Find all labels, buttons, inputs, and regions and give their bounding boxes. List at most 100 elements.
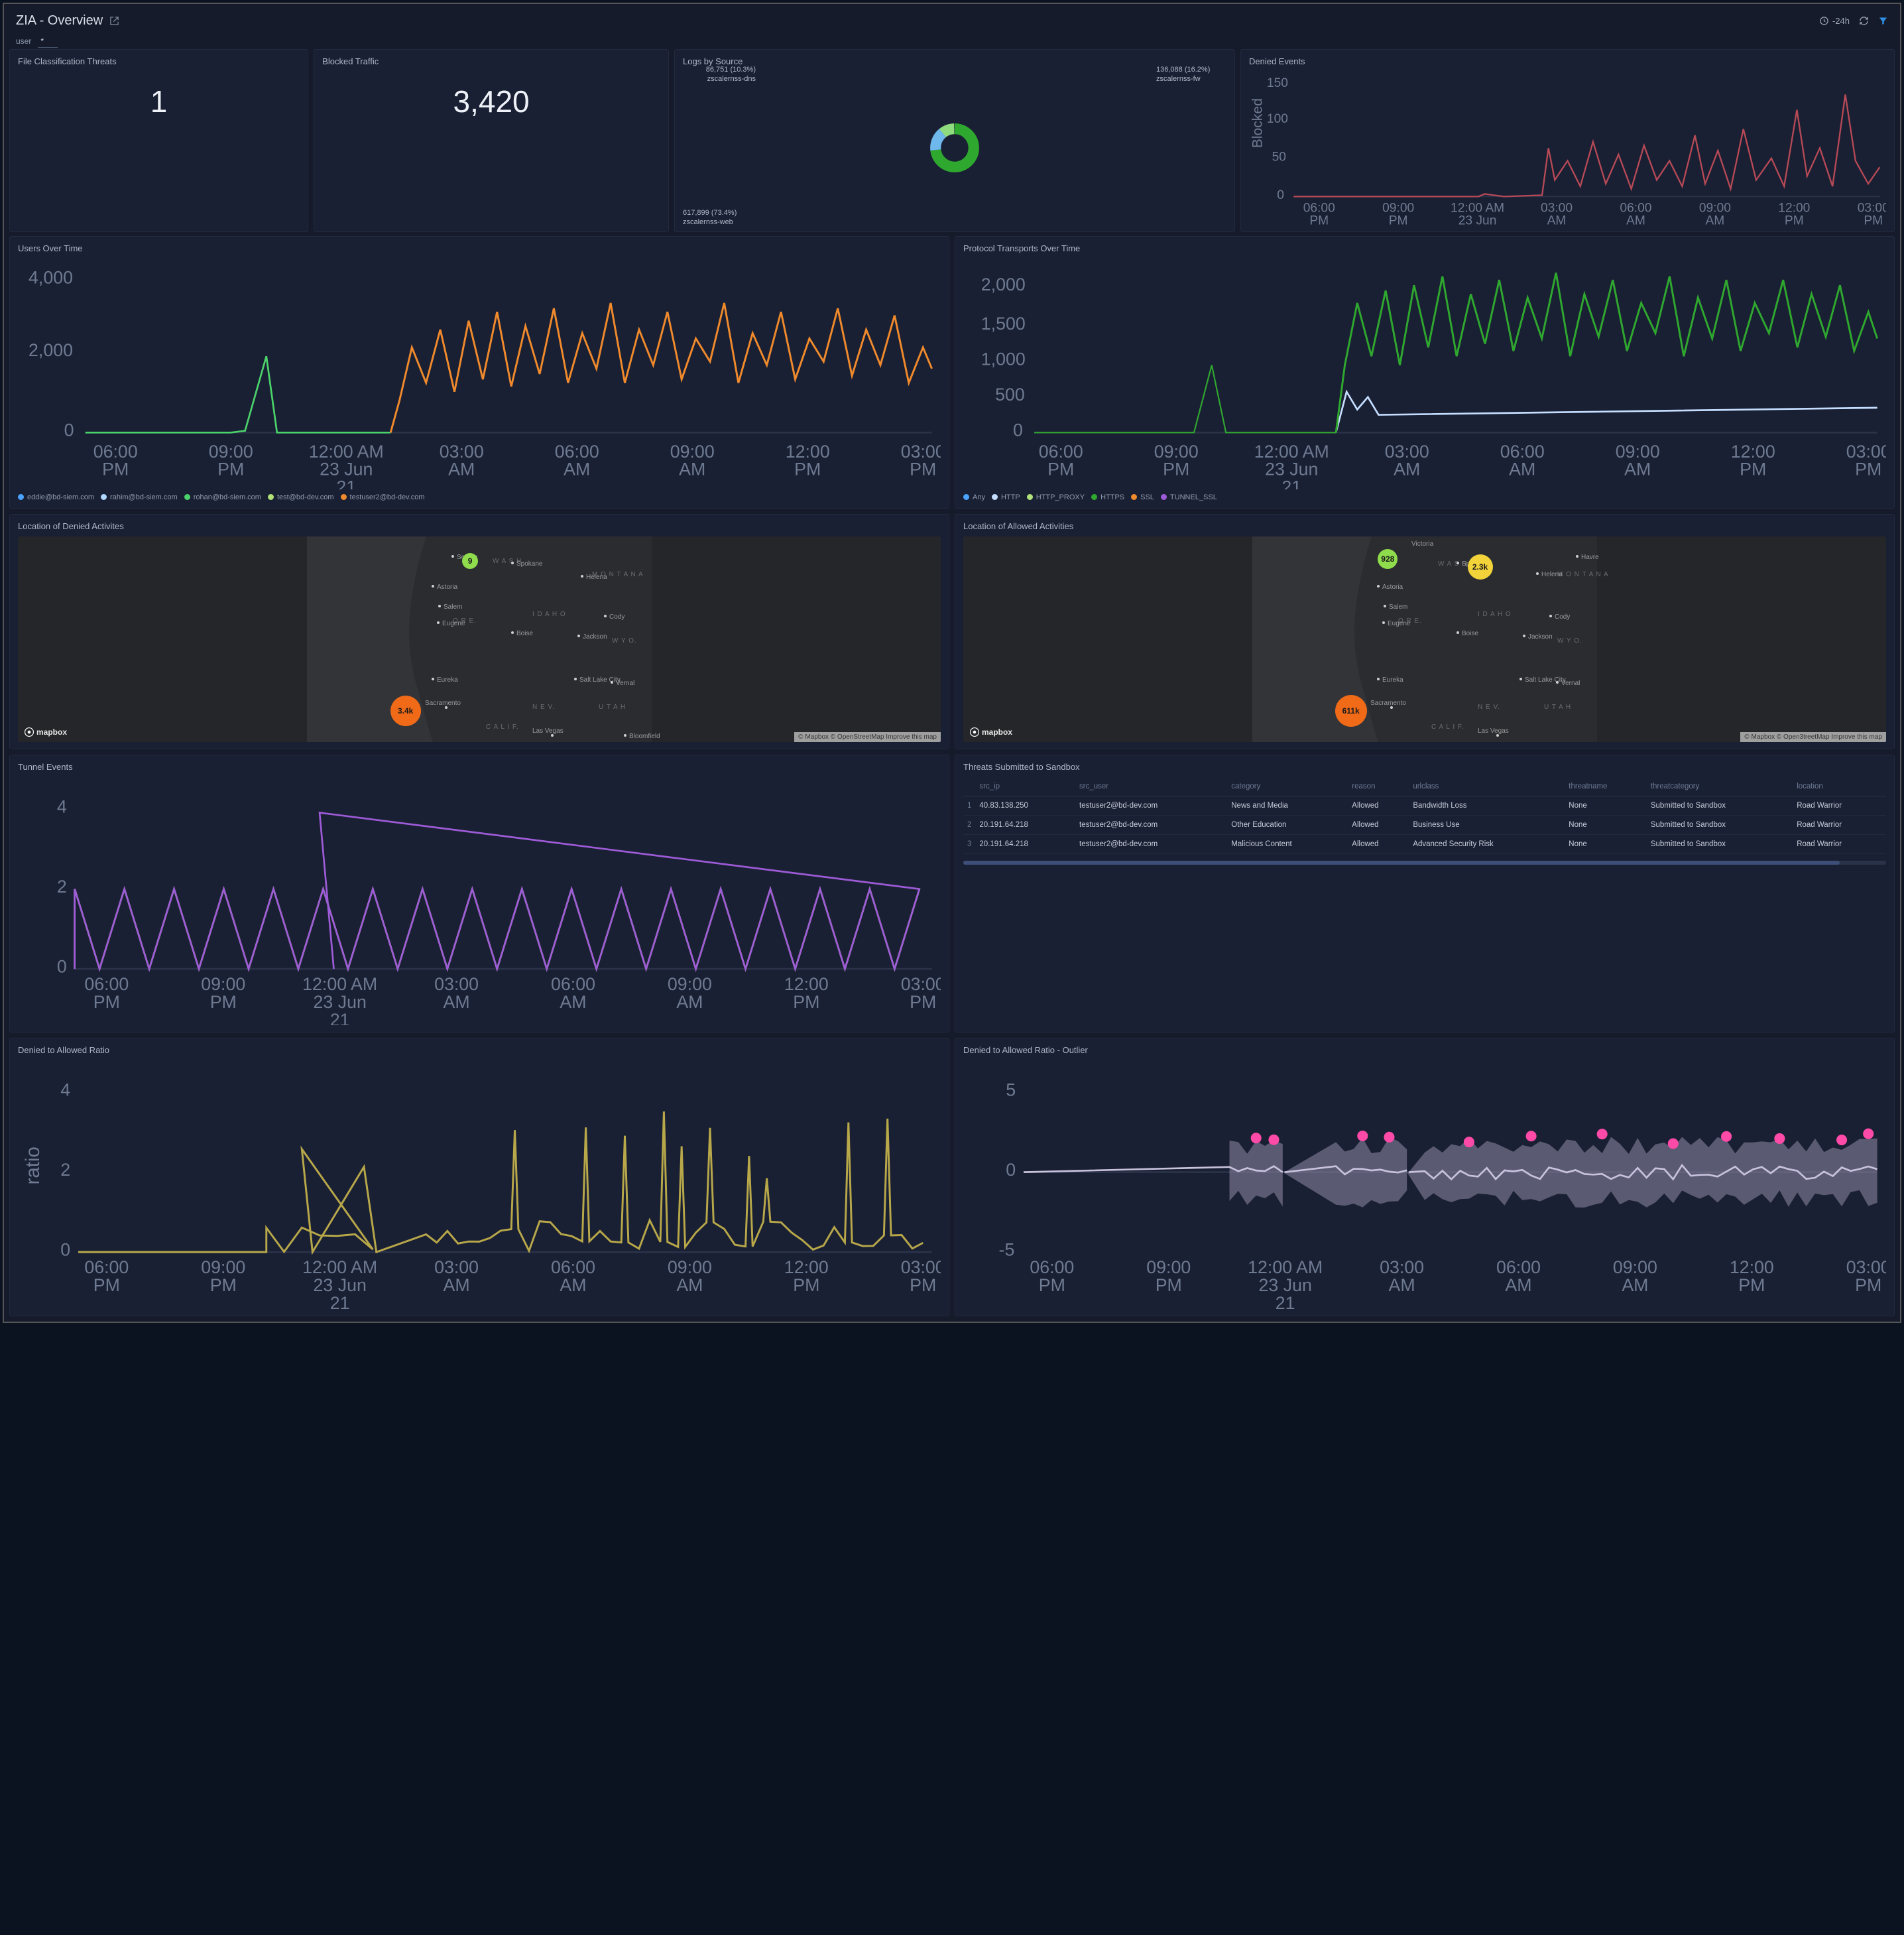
svg-text:Salt Lake City: Salt Lake City bbox=[1525, 676, 1566, 684]
svg-text:12:00 AM: 12:00 AM bbox=[1451, 201, 1504, 215]
open-external-icon[interactable] bbox=[109, 16, 119, 26]
map-attribution[interactable]: © Mapbox © Open3treetMap Improve this ma… bbox=[1740, 732, 1886, 742]
filter-value[interactable]: * bbox=[38, 36, 58, 48]
table-header[interactable]: location bbox=[1793, 777, 1886, 796]
file-threats-value: 1 bbox=[18, 72, 300, 125]
map-attribution[interactable]: © Mapbox © OpenStreetMap Improve this ma… bbox=[794, 732, 941, 742]
table-header[interactable]: threatcategory bbox=[1647, 777, 1793, 796]
svg-text:Eureka: Eureka bbox=[1382, 676, 1403, 684]
map-bubble[interactable]: 3.4k bbox=[390, 696, 421, 726]
table-row[interactable]: 140.83.138.250testuser2@bd-dev.comNews a… bbox=[963, 796, 1886, 815]
legend-item[interactable]: eddie@bd-siem.com bbox=[18, 493, 94, 501]
map-bubble[interactable]: 9 bbox=[462, 553, 478, 569]
svg-text:U T A H: U T A H bbox=[1544, 704, 1571, 711]
legend-item[interactable]: HTTP bbox=[992, 493, 1020, 501]
table-header[interactable]: src_user bbox=[1075, 777, 1227, 796]
legend-item[interactable]: rahim@bd-siem.com bbox=[101, 493, 178, 501]
svg-text:Salt Lake City: Salt Lake City bbox=[579, 676, 621, 684]
svg-text:09:00: 09:00 bbox=[670, 441, 715, 461]
svg-text:Victoria: Victoria bbox=[1411, 540, 1434, 548]
svg-text:M O N T A N A: M O N T A N A bbox=[1557, 571, 1609, 578]
table-header[interactable]: threatname bbox=[1565, 777, 1647, 796]
svg-text:-5: -5 bbox=[999, 1240, 1015, 1260]
svg-text:06:00: 06:00 bbox=[551, 974, 595, 994]
table-header[interactable]: reason bbox=[1348, 777, 1409, 796]
panel-protocol-transports: Protocol Transports Over Time 05001,0001… bbox=[955, 236, 1895, 509]
svg-text:03:00: 03:00 bbox=[434, 974, 479, 994]
panel-title: Protocol Transports Over Time bbox=[963, 243, 1886, 253]
horizontal-scrollbar[interactable] bbox=[963, 861, 1886, 865]
table-header[interactable]: urlclass bbox=[1409, 777, 1565, 796]
svg-text:PM: PM bbox=[217, 459, 244, 479]
svg-text:0: 0 bbox=[1006, 1160, 1016, 1180]
panel-title: Denied Events bbox=[1249, 56, 1886, 66]
time-range-label: -24h bbox=[1832, 16, 1850, 26]
table-header[interactable]: src_ip bbox=[975, 777, 1075, 796]
legend-item[interactable]: rohan@bd-siem.com bbox=[184, 493, 261, 501]
svg-text:4: 4 bbox=[57, 796, 67, 816]
svg-text:Astoria: Astoria bbox=[437, 584, 458, 591]
panel-title: Denied to Allowed Ratio bbox=[18, 1045, 941, 1055]
svg-text:23 Jun: 23 Jun bbox=[314, 1275, 367, 1295]
legend-item[interactable]: SSL bbox=[1131, 493, 1154, 501]
svg-text:PM: PM bbox=[1039, 1275, 1065, 1295]
map-bubble[interactable]: 928 bbox=[1378, 549, 1398, 569]
refresh-icon[interactable] bbox=[1859, 16, 1869, 26]
svg-text:21: 21 bbox=[330, 1009, 350, 1025]
svg-text:03:00: 03:00 bbox=[1846, 441, 1886, 461]
svg-text:100: 100 bbox=[1267, 112, 1288, 126]
svg-text:12:00 AM: 12:00 AM bbox=[1248, 1258, 1323, 1278]
time-range-picker[interactable]: -24h bbox=[1819, 16, 1850, 26]
table-header[interactable]: category bbox=[1227, 777, 1348, 796]
legend-item[interactable]: HTTPS bbox=[1091, 493, 1124, 501]
legend-item[interactable]: HTTP_PROXY bbox=[1027, 493, 1085, 501]
panel-title: Logs by Source bbox=[683, 56, 1226, 66]
map-bubble[interactable]: 611k bbox=[1335, 695, 1367, 727]
svg-text:Cody: Cody bbox=[609, 613, 625, 621]
svg-text:PM: PM bbox=[1864, 214, 1883, 225]
svg-text:12:00: 12:00 bbox=[784, 974, 829, 994]
map-bubble[interactable]: 2.3k bbox=[1468, 554, 1493, 580]
svg-text:Boise: Boise bbox=[516, 630, 533, 637]
svg-text:21: 21 bbox=[330, 1293, 350, 1309]
svg-text:Jackson: Jackson bbox=[583, 633, 607, 641]
blocked-traffic-value: 3,420 bbox=[322, 72, 660, 125]
panel-denied-events: Denied Events Blocked 050100150 06:00PM0… bbox=[1240, 49, 1895, 232]
svg-text:AM: AM bbox=[1626, 214, 1645, 225]
legend-item[interactable]: testuser2@bd-dev.com bbox=[341, 493, 425, 501]
allowed-activities-map[interactable]: Victoria W A S H. M O N T A N A O R E. I… bbox=[963, 536, 1886, 742]
svg-text:12:00: 12:00 bbox=[1731, 441, 1775, 461]
svg-text:ratio: ratio bbox=[22, 1147, 44, 1185]
table-row[interactable]: 320.191.64.218testuser2@bd-dev.comMalici… bbox=[963, 834, 1886, 853]
svg-text:0: 0 bbox=[1013, 420, 1023, 440]
legend-item[interactable]: test@bd-dev.com bbox=[268, 493, 334, 501]
svg-text:Havre: Havre bbox=[1581, 554, 1599, 561]
svg-text:03:00: 03:00 bbox=[901, 1258, 941, 1278]
donut-chart bbox=[925, 118, 984, 178]
svg-text:I D A H O: I D A H O bbox=[1478, 611, 1512, 618]
svg-text:03:00: 03:00 bbox=[1541, 201, 1573, 215]
svg-text:06:00: 06:00 bbox=[84, 1258, 129, 1278]
panel-title: Denied to Allowed Ratio - Outlier bbox=[963, 1045, 1886, 1055]
panel-title: Blocked Traffic bbox=[322, 56, 660, 66]
filter-icon[interactable] bbox=[1878, 16, 1888, 26]
svg-text:AM: AM bbox=[564, 459, 590, 479]
svg-text:Bloomfield: Bloomfield bbox=[629, 733, 660, 740]
legend-item[interactable]: Any bbox=[963, 493, 985, 501]
table-row[interactable]: 220.191.64.218testuser2@bd-dev.comOther … bbox=[963, 815, 1886, 834]
svg-text:0: 0 bbox=[64, 420, 74, 440]
svg-text:06:00: 06:00 bbox=[1620, 201, 1651, 215]
svg-text:06:00: 06:00 bbox=[93, 441, 138, 461]
legend-item[interactable]: TUNNEL_SSL bbox=[1161, 493, 1217, 501]
svg-text:12:00 AM: 12:00 AM bbox=[309, 441, 384, 461]
svg-text:N E V.: N E V. bbox=[532, 704, 555, 711]
panel-allowed-map: Location of Allowed Activities Victoria … bbox=[955, 514, 1895, 749]
dashboard-header: ZIA - Overview -24h bbox=[9, 9, 1895, 32]
svg-text:12:00: 12:00 bbox=[1778, 201, 1810, 215]
denied-activities-map[interactable]: W A S H. M O N T A N A O R E. I D A H O … bbox=[18, 536, 941, 742]
svg-text:Salem: Salem bbox=[1389, 603, 1407, 611]
svg-text:AM: AM bbox=[1624, 459, 1651, 479]
svg-text:03:00: 03:00 bbox=[901, 974, 941, 994]
svg-text:500: 500 bbox=[995, 385, 1025, 405]
svg-text:I D A H O: I D A H O bbox=[532, 611, 566, 618]
